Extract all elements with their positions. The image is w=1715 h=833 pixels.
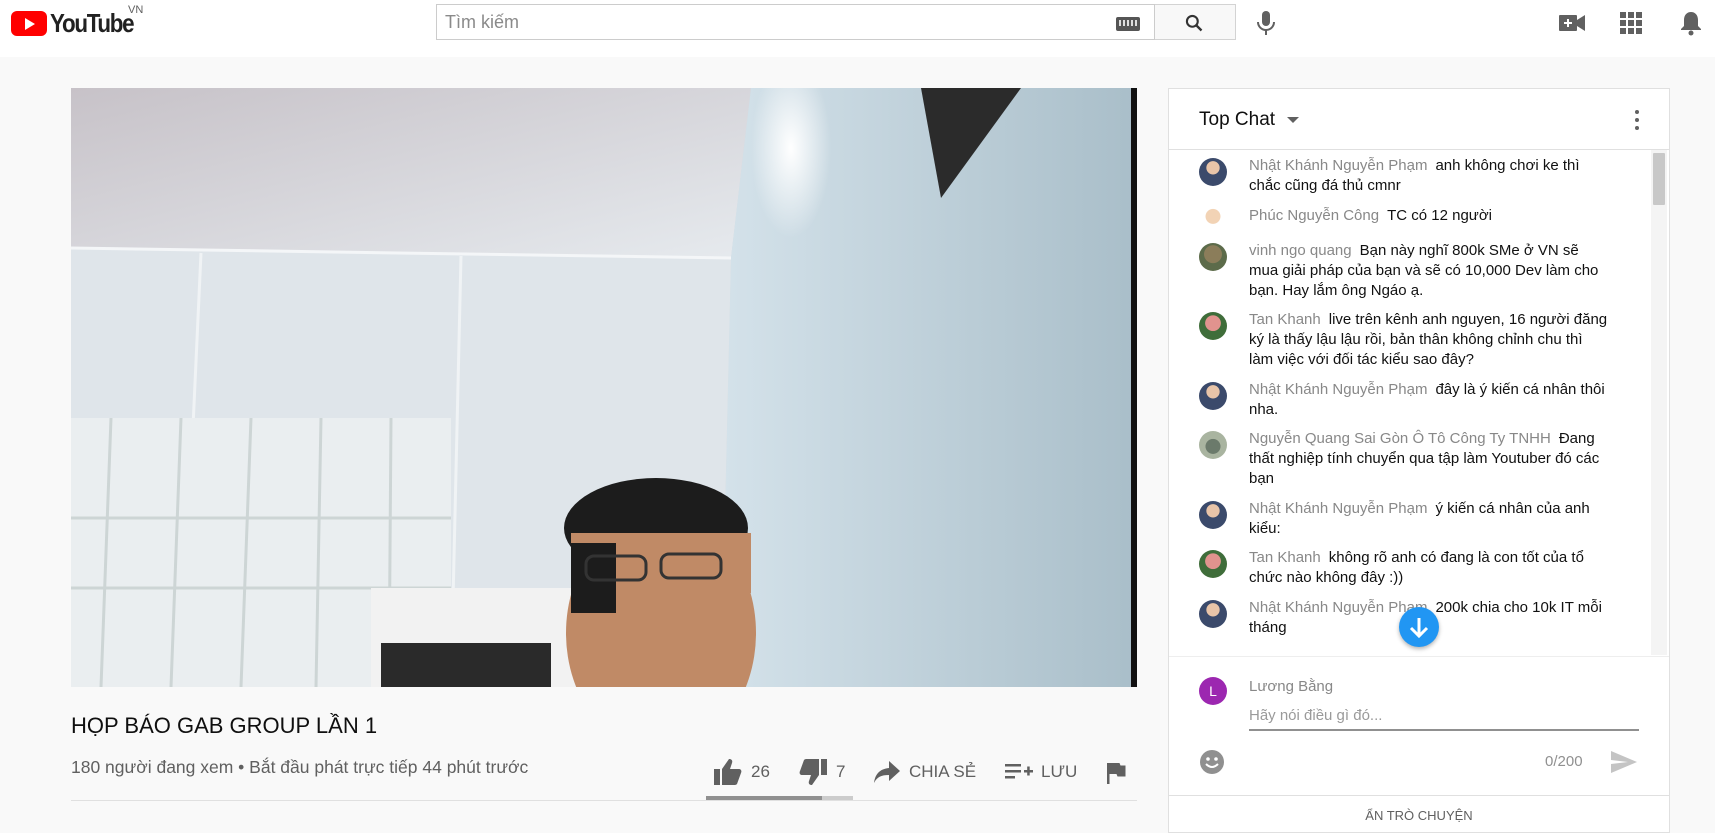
- chat-message-list[interactable]: Nhật Khánh Nguyễn Phạm anh không chơi ke …: [1169, 150, 1669, 655]
- dislike-count: 7: [836, 762, 846, 781]
- chat-message-input[interactable]: [1249, 701, 1639, 731]
- send-icon[interactable]: [1610, 750, 1638, 774]
- character-counter: 0/200: [1545, 753, 1583, 770]
- like-count: 26: [751, 762, 770, 781]
- hide-chat-button[interactable]: ẨN TRÒ CHUYỆN: [1169, 795, 1669, 832]
- author-name[interactable]: Tan Khanh: [1249, 549, 1321, 566]
- create-video-icon[interactable]: [1558, 12, 1586, 34]
- playlist-add-icon: [1005, 764, 1033, 779]
- share-arrow-icon: [874, 761, 900, 783]
- author-avatar[interactable]: [1199, 312, 1227, 340]
- author-avatar[interactable]: [1199, 158, 1227, 186]
- save-button[interactable]: LƯU: [1005, 758, 1077, 786]
- video-player[interactable]: [71, 88, 1137, 687]
- video-title: HỌP BÁO GAB GROUP LẦN 1: [71, 713, 378, 738]
- thumbs-down-icon: [799, 759, 827, 785]
- message-body: Nhật Khánh Nguyễn Phạm ý kiến cá nhân của…: [1249, 499, 1609, 539]
- author-avatar[interactable]: [1199, 600, 1227, 628]
- video-frame: [71, 88, 1137, 687]
- author-avatar[interactable]: [1199, 208, 1227, 236]
- author-avatar[interactable]: [1199, 550, 1227, 578]
- like-button[interactable]: 26: [713, 758, 770, 786]
- search-input[interactable]: [445, 5, 1085, 39]
- chat-header: Top Chat: [1169, 89, 1669, 150]
- chat-scrollbar-thumb[interactable]: [1653, 153, 1665, 205]
- dislike-button[interactable]: 7: [798, 758, 845, 786]
- message-body: Nhật Khánh Nguyễn Phạm anh không chơi ke …: [1249, 156, 1609, 196]
- message-body: Tan Khanh không rõ anh có đang là con tốt…: [1249, 548, 1609, 588]
- author-name[interactable]: Nhật Khánh Nguyễn Phạm: [1249, 157, 1427, 174]
- user-avatar: L: [1199, 677, 1227, 705]
- notifications-bell-icon[interactable]: [1679, 10, 1703, 36]
- author-name[interactable]: Tan Khanh: [1249, 311, 1321, 328]
- country-code: VN: [128, 4, 144, 16]
- message-body: Nhật Khánh Nguyễn Phạm đây là ý kiến cá n…: [1249, 380, 1609, 420]
- share-label: CHIA SẺ: [909, 762, 977, 781]
- apps-grid-icon[interactable]: [1620, 12, 1642, 34]
- thumbs-up-icon: [714, 759, 742, 785]
- search-icon: [1185, 14, 1203, 32]
- section-divider: [71, 800, 1137, 801]
- message-body: Tan Khanh live trên kênh anh nguyen, 16 n…: [1249, 310, 1609, 370]
- author-avatar[interactable]: [1199, 382, 1227, 410]
- author-name[interactable]: Nhật Khánh Nguyễn Phạm: [1249, 500, 1427, 517]
- emoji-icon[interactable]: [1199, 749, 1225, 775]
- arrow-down-icon: [1409, 618, 1429, 639]
- chat-mode-dropdown[interactable]: Top Chat: [1199, 109, 1275, 131]
- live-chat-panel: Top Chat Nhật Khánh Nguyễn Phạm anh không…: [1168, 88, 1670, 833]
- user-name: Lương Bằng: [1249, 678, 1334, 695]
- message-body: Nguyễn Quang Sai Gòn Ô Tô Công Ty TNHH Đa…: [1249, 429, 1609, 489]
- save-label: LƯU: [1041, 762, 1078, 781]
- masthead: YouTube VN: [0, 0, 1715, 57]
- chat-scrollbar[interactable]: [1651, 150, 1667, 655]
- message-body: vinh ngo quang Bạn này nghĩ 800k SMe ở VN…: [1249, 241, 1609, 301]
- video-view-info: 180 người đang xem • Bắt đầu phát trực t…: [71, 757, 529, 777]
- microphone-icon[interactable]: [1254, 9, 1278, 37]
- scroll-to-bottom-button[interactable]: [1399, 607, 1439, 647]
- share-button[interactable]: CHIA SẺ: [873, 758, 976, 786]
- author-name[interactable]: Nguyễn Quang Sai Gòn Ô Tô Công Ty TNHH: [1249, 430, 1551, 447]
- author-name[interactable]: Nhật Khánh Nguyễn Phạm: [1249, 381, 1427, 398]
- search-box[interactable]: [436, 4, 1155, 40]
- report-flag-icon[interactable]: [1105, 761, 1127, 785]
- message-body: Phúc Nguyễn Công TC có 12 người: [1249, 206, 1609, 226]
- keyboard-icon[interactable]: [1116, 17, 1140, 31]
- author-avatar[interactable]: [1199, 243, 1227, 271]
- message-text: TC có 12 người: [1387, 207, 1493, 224]
- author-avatar[interactable]: [1199, 431, 1227, 459]
- youtube-logo[interactable]: YouTube: [11, 7, 147, 38]
- more-options-icon[interactable]: [1635, 110, 1639, 134]
- author-name[interactable]: vinh ngo quang: [1249, 242, 1352, 259]
- author-avatar[interactable]: [1199, 501, 1227, 529]
- search-button[interactable]: [1155, 4, 1236, 40]
- author-name[interactable]: Phúc Nguyễn Công: [1249, 207, 1379, 224]
- chat-compose: L Lương Bằng 0/200 ẨN TRÒ CHUYỆN: [1169, 656, 1669, 832]
- youtube-play-icon: [11, 10, 47, 36]
- dropdown-caret-icon[interactable]: [1287, 117, 1299, 123]
- logo-text: YouTube: [50, 7, 135, 38]
